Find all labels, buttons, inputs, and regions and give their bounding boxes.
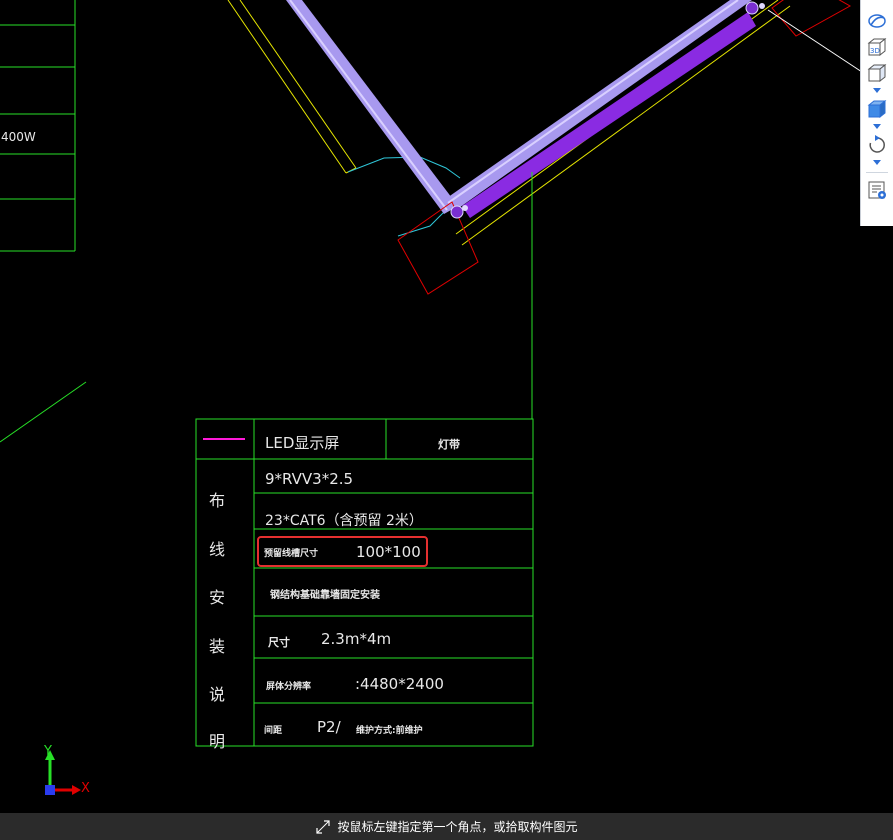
size-value: 2.3m*4m (321, 630, 392, 648)
view-toolbar: 3D (860, 0, 893, 226)
axis-y-label: Y (44, 744, 52, 759)
connector-node-upper (745, 1, 765, 15)
install-method-text: 钢结构基础靠墙固定安装 (270, 590, 380, 601)
chevron-down-icon (873, 88, 881, 93)
status-message: 按鼠标左键指定第一个角点，或拾取构件图元 (337, 820, 578, 834)
shaded-cube-dropdown[interactable] (864, 122, 890, 132)
3d-view-icon: 3D (867, 37, 887, 57)
axis-x-label: X (81, 781, 90, 796)
size-label: 尺寸 (268, 636, 290, 649)
yellow-outline-left (227, 0, 357, 174)
leader-line (767, 9, 863, 73)
orbit-button[interactable] (864, 8, 890, 34)
legend-table-grid (195, 418, 534, 747)
properties-icon (868, 181, 886, 199)
chevron-down-icon (873, 160, 881, 165)
shaded-cube-button[interactable] (864, 96, 890, 122)
vertical-title-char-2: 线 (209, 540, 226, 559)
status-bar: 按鼠标左键指定第一个角点，或拾取构件图元 (0, 813, 893, 840)
properties-button[interactable] (864, 177, 890, 203)
connector-node-lower (450, 205, 468, 219)
red-box-lower (397, 201, 479, 295)
light-strip-label: 灯带 (438, 438, 460, 451)
cable-spec-cat6: 23*CAT6（含预留 2米） (265, 513, 423, 529)
cable-trough-label: 预留线槽尺寸 (264, 549, 319, 559)
cad-drawing-canvas[interactable] (0, 0, 893, 813)
orbit-icon (868, 14, 886, 28)
toolbar-divider (866, 172, 888, 173)
cable-spec-rvv: 9*RVV3*2.5 (265, 470, 354, 488)
rotate-icon (869, 135, 885, 153)
rotate-button[interactable] (864, 132, 890, 158)
top-left-table (0, 0, 76, 252)
purple-led-bar (462, 12, 756, 218)
red-box-upper (771, 0, 852, 37)
pitch-label: 间距 (264, 726, 283, 736)
pick-corner-icon (316, 819, 331, 834)
view-cube-dropdown[interactable] (864, 86, 890, 96)
led-screen-label: LED显示屏 (265, 434, 340, 452)
vertical-title-char-6: 明 (209, 732, 226, 751)
cable-trough-value: 100*100 (356, 543, 421, 561)
power-label: 400W (1, 130, 36, 144)
svg-text:3D: 3D (870, 47, 880, 55)
maintenance-note: 维护方式:前维护 (356, 726, 423, 736)
green-diagonal-line (0, 381, 87, 443)
cyan-outline (347, 156, 461, 179)
shaded-cube-icon (867, 99, 887, 119)
pitch-value: P2/ (317, 718, 341, 736)
vertical-title-char-5: 说 (209, 685, 226, 704)
chevron-down-icon (873, 124, 881, 129)
rotate-dropdown[interactable] (864, 158, 890, 168)
view-cube-icon (867, 63, 887, 83)
lavender-bar-right (444, 0, 752, 210)
3d-view-button[interactable]: 3D (864, 34, 890, 60)
view-cube-button[interactable] (864, 60, 890, 86)
resolution-label: 屏体分辨率 (266, 682, 312, 692)
vertical-title-char-4: 装 (209, 637, 226, 656)
lavender-bar-left (286, 0, 458, 214)
resolution-value: :4480*2400 (355, 675, 444, 693)
vertical-title-char-1: 布 (209, 491, 226, 510)
vertical-title-char-3: 安 (209, 588, 226, 607)
